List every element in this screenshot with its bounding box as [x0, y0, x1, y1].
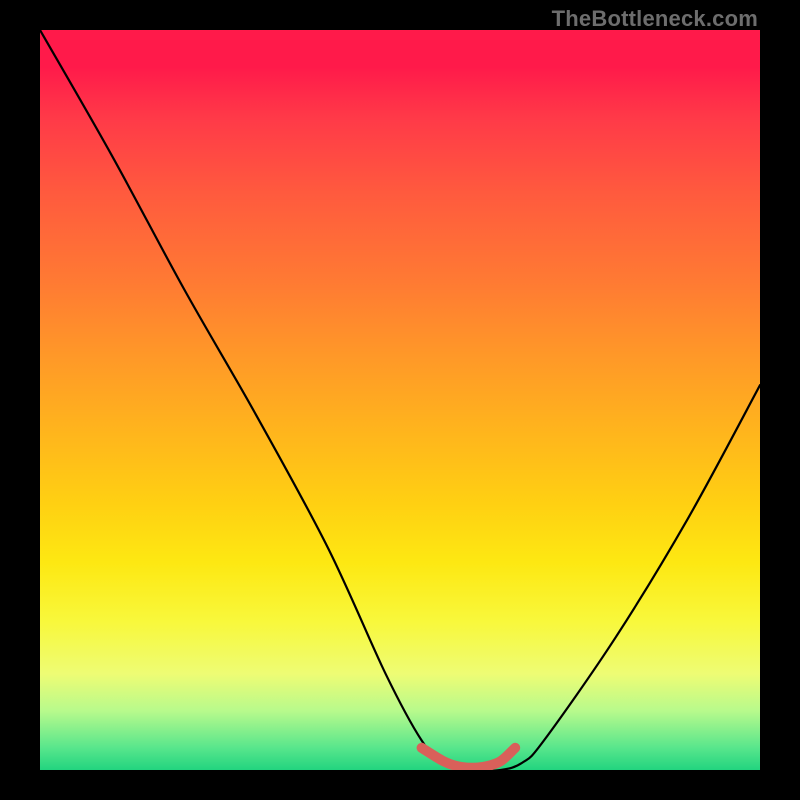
chart-svg: [40, 30, 760, 770]
chart-frame: TheBottleneck.com: [0, 0, 800, 800]
plot-area: [40, 30, 760, 770]
watermark-text: TheBottleneck.com: [552, 6, 758, 32]
bottleneck-curve: [40, 30, 760, 770]
trough-highlight: [422, 748, 516, 768]
